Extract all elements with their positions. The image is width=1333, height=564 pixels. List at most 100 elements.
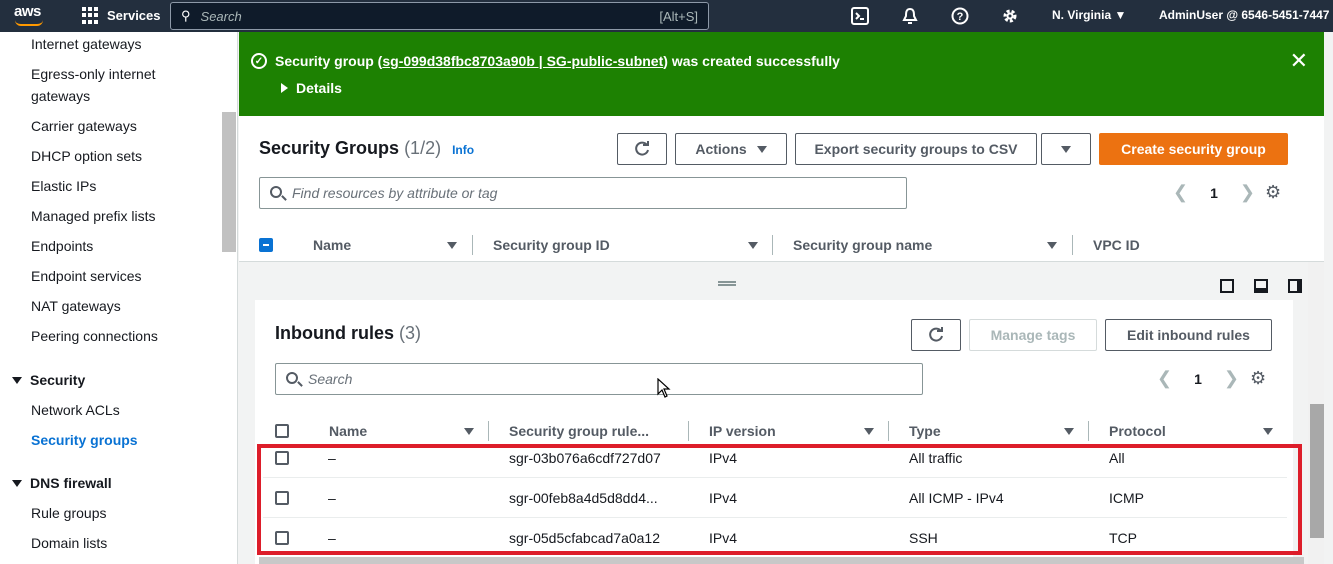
column-header-type[interactable]: Type bbox=[909, 423, 941, 439]
sidebar-item-managed-prefix-lists[interactable]: Managed prefix lists bbox=[31, 205, 156, 227]
inbound-rules-heading: Inbound rules (3) bbox=[275, 323, 421, 344]
security-group-link[interactable]: sg-099d38fbc8703a90b | SG-public-subnet bbox=[382, 53, 663, 69]
account-menu[interactable]: AdminUser @ 6546-5451-7447 bbox=[1159, 8, 1329, 22]
caret-down-icon bbox=[12, 479, 22, 487]
sidebar-item-internet-gateways[interactable]: Internet gateways bbox=[31, 33, 142, 55]
sort-icon[interactable] bbox=[1047, 242, 1057, 249]
column-header-name[interactable]: Name bbox=[313, 237, 351, 253]
search-icon bbox=[286, 372, 298, 384]
select-all-rules-checkbox[interactable] bbox=[275, 424, 289, 438]
chevron-left-icon[interactable]: ❮ bbox=[1157, 368, 1172, 389]
success-flash-banner: ✓ Security group (sg-099d38fbc8703a90b |… bbox=[239, 32, 1324, 116]
column-header-security-group-id[interactable]: Security group ID bbox=[493, 237, 610, 253]
sidebar-item-peering-connections[interactable]: Peering connections bbox=[31, 325, 158, 347]
split-panel-resize-handle[interactable] bbox=[718, 281, 736, 286]
select-all-checkbox[interactable] bbox=[259, 238, 273, 252]
chevron-right-icon[interactable]: ❯ bbox=[1224, 368, 1239, 389]
sidebar-item-endpoint-services[interactable]: Endpoint services bbox=[31, 265, 142, 287]
security-groups-title: Security Groups bbox=[259, 138, 400, 158]
sidebar-section-dns-firewall[interactable]: DNS firewall bbox=[12, 475, 112, 491]
region-label: N. Virginia bbox=[1052, 8, 1112, 22]
search-icon: ⚲ bbox=[181, 8, 191, 23]
sidebar-item-elastic-ips[interactable]: Elastic IPs bbox=[31, 175, 96, 197]
export-csv-button[interactable]: Export security groups to CSV bbox=[795, 133, 1037, 165]
global-search-input[interactable]: ⚲ Search [Alt+S] bbox=[170, 2, 709, 30]
manage-tags-button[interactable]: Manage tags bbox=[969, 319, 1097, 351]
chevron-left-icon[interactable]: ❮ bbox=[1173, 182, 1188, 203]
sort-icon[interactable] bbox=[864, 428, 874, 435]
sidebar-scrollbar[interactable] bbox=[222, 112, 236, 252]
split-bottom-icon[interactable] bbox=[1220, 279, 1234, 293]
sidebar-item-nat-gateways[interactable]: NAT gateways bbox=[31, 295, 121, 317]
inbound-rules-search-input[interactable]: Search bbox=[275, 363, 923, 395]
inbound-refresh-button[interactable] bbox=[911, 319, 961, 351]
column-header-vpc-id[interactable]: VPC ID bbox=[1093, 237, 1140, 253]
actions-dropdown-button[interactable]: Actions bbox=[675, 133, 787, 165]
banner-prefix: Security group ( bbox=[275, 53, 383, 69]
caret-down-icon bbox=[12, 376, 22, 384]
sort-icon[interactable] bbox=[748, 242, 758, 249]
caret-right-icon bbox=[281, 83, 288, 93]
column-divider bbox=[488, 421, 489, 441]
sort-icon[interactable] bbox=[1064, 428, 1074, 435]
edit-inbound-rules-button[interactable]: Edit inbound rules bbox=[1105, 319, 1272, 351]
help-icon[interactable]: ? bbox=[950, 6, 970, 26]
security-section-label: Security bbox=[30, 372, 86, 388]
aws-logo[interactable]: aws bbox=[14, 3, 41, 20]
close-icon[interactable]: ✕ bbox=[1290, 48, 1308, 74]
sidebar-item-egress-only-internet-gateways[interactable]: Egress-only internet bbox=[31, 63, 156, 85]
sidebar-item-rule-groups[interactable]: Rule groups bbox=[31, 502, 107, 524]
security-groups-panel: Security Groups (1/2) Info Actions Expor… bbox=[239, 116, 1324, 262]
sort-icon[interactable] bbox=[447, 242, 457, 249]
grid-icon bbox=[82, 7, 99, 24]
column-divider bbox=[688, 421, 689, 441]
sort-icon[interactable] bbox=[1263, 428, 1273, 435]
column-divider bbox=[772, 235, 773, 255]
security-groups-filter-input[interactable]: Find resources by attribute or tag bbox=[259, 177, 907, 209]
column-header-protocol[interactable]: Protocol bbox=[1109, 423, 1166, 439]
horizontal-scrollbar[interactable] bbox=[259, 557, 1304, 564]
chevron-right-icon[interactable]: ❯ bbox=[1240, 182, 1255, 203]
security-groups-count: (1/2) bbox=[404, 138, 442, 158]
column-header-security-group-name[interactable]: Security group name bbox=[793, 237, 932, 253]
column-header-security-group-rule-id[interactable]: Security group rule... bbox=[509, 423, 649, 439]
info-link[interactable]: Info bbox=[452, 143, 474, 157]
services-menu-button[interactable]: Services bbox=[82, 7, 161, 24]
sidebar-item-egress-only-internet-gateways-line2[interactable]: gateways bbox=[31, 85, 90, 107]
inbound-search-placeholder: Search bbox=[308, 371, 353, 387]
inbound-page-number[interactable]: 1 bbox=[1194, 371, 1202, 387]
manage-tags-label: Manage tags bbox=[990, 327, 1076, 343]
inbound-preferences-gear-icon[interactable]: ⚙ bbox=[1250, 368, 1266, 389]
vertical-scrollbar[interactable] bbox=[1310, 404, 1324, 538]
top-navigation-bar: aws Services ⚲ Search [Alt+S] ? N. Virgi… bbox=[0, 0, 1333, 32]
refresh-button[interactable] bbox=[617, 133, 667, 165]
sidebar-item-security-groups[interactable]: Security groups bbox=[31, 429, 138, 451]
preferences-gear-icon[interactable]: ⚙ bbox=[1265, 182, 1281, 203]
search-shortcut: [Alt+S] bbox=[659, 8, 698, 24]
details-toggle[interactable]: Details bbox=[281, 80, 342, 96]
cloudshell-icon[interactable] bbox=[850, 6, 870, 26]
column-divider bbox=[1088, 421, 1089, 441]
actions-label: Actions bbox=[695, 141, 747, 157]
filter-placeholder: Find resources by attribute or tag bbox=[292, 185, 498, 201]
sidebar-item-domain-lists[interactable]: Domain lists bbox=[31, 532, 107, 554]
column-divider bbox=[1072, 235, 1073, 255]
region-selector[interactable]: N. Virginia ▼ bbox=[1052, 8, 1126, 22]
red-highlight-box bbox=[257, 444, 1302, 555]
page-number[interactable]: 1 bbox=[1210, 185, 1218, 201]
split-full-icon[interactable] bbox=[1288, 279, 1302, 293]
sidebar-item-dhcp-option-sets[interactable]: DHCP option sets bbox=[31, 145, 142, 167]
sidebar-item-endpoints[interactable]: Endpoints bbox=[31, 235, 93, 257]
export-options-dropdown[interactable] bbox=[1041, 133, 1091, 165]
search-placeholder: Search bbox=[200, 8, 242, 24]
sidebar-item-carrier-gateways[interactable]: Carrier gateways bbox=[31, 115, 137, 137]
gear-icon[interactable] bbox=[1000, 6, 1020, 26]
bell-icon[interactable] bbox=[900, 6, 920, 26]
sidebar-section-security[interactable]: Security bbox=[12, 372, 85, 388]
column-header-ip-version[interactable]: IP version bbox=[709, 423, 776, 439]
sidebar-item-network-acls[interactable]: Network ACLs bbox=[31, 399, 120, 421]
sort-icon[interactable] bbox=[464, 428, 474, 435]
create-security-group-button[interactable]: Create security group bbox=[1099, 133, 1288, 165]
split-side-icon[interactable] bbox=[1254, 279, 1268, 293]
column-header-name[interactable]: Name bbox=[329, 423, 367, 439]
